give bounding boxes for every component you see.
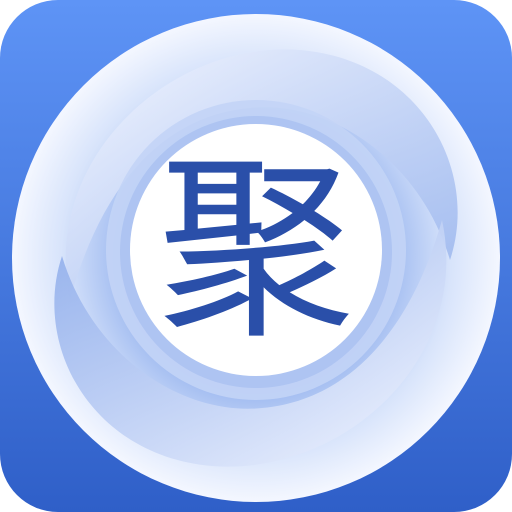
app-icon[interactable]: 聚 (0, 0, 512, 512)
app-character: 聚 (158, 137, 354, 365)
app-icon-graphic: 聚 (0, 0, 512, 512)
